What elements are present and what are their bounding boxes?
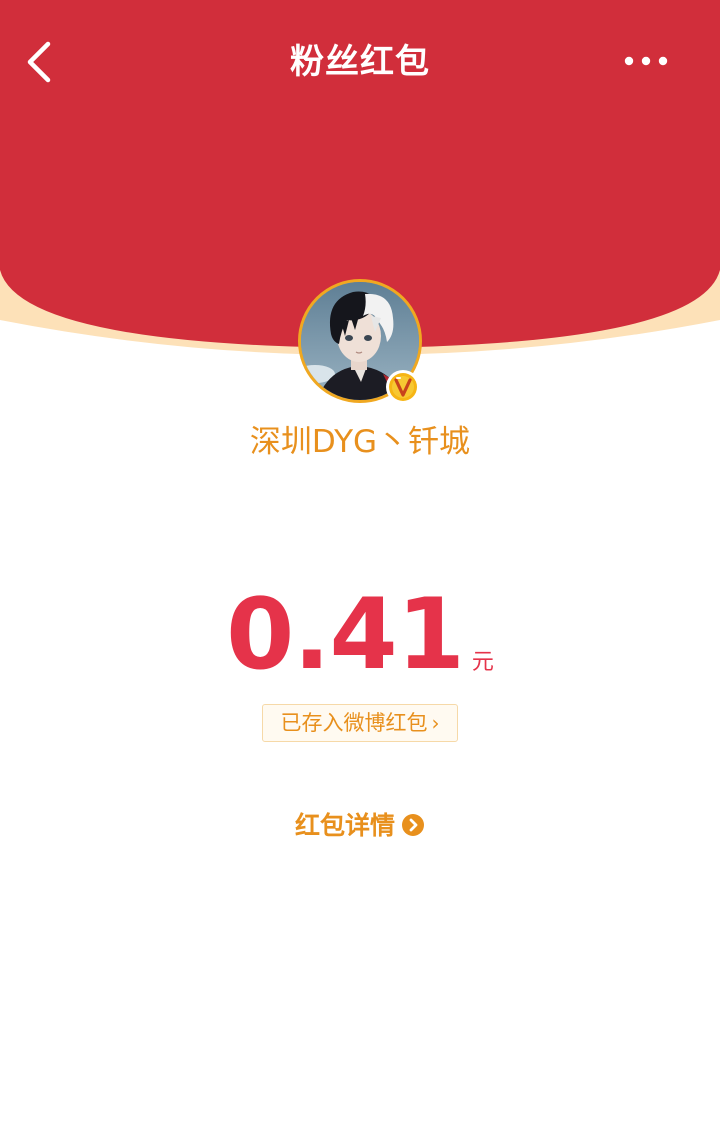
more-dots-icon — [624, 56, 668, 66]
amount-row: 0.41 元 — [0, 580, 720, 690]
amount-unit: 元 — [471, 650, 494, 675]
saved-to-wallet-link[interactable]: 已存入微博红包 › — [262, 704, 458, 742]
arrow-right-circle-icon — [402, 814, 424, 836]
red-packet-result-page: 粉丝红包 深圳DYG丶钎城 0.41 元 已存入微博红包 › 红包详情 — [0, 0, 720, 1133]
verified-v-badge-icon — [386, 370, 420, 404]
nav-bar: 粉丝红包 — [0, 0, 720, 124]
sender-name[interactable]: 深圳DYG丶钎城 — [0, 418, 720, 466]
saved-to-wallet-label: 已存入微博红包 — [280, 711, 428, 735]
red-packet-details-link[interactable]: 红包详情 — [0, 804, 720, 848]
red-packet-details-label: 红包详情 — [294, 811, 395, 840]
page-title: 粉丝红包 — [290, 42, 430, 82]
chevron-right-icon: › — [431, 711, 440, 735]
amount-value: 0.41 — [226, 578, 465, 692]
more-button[interactable] — [616, 40, 676, 82]
